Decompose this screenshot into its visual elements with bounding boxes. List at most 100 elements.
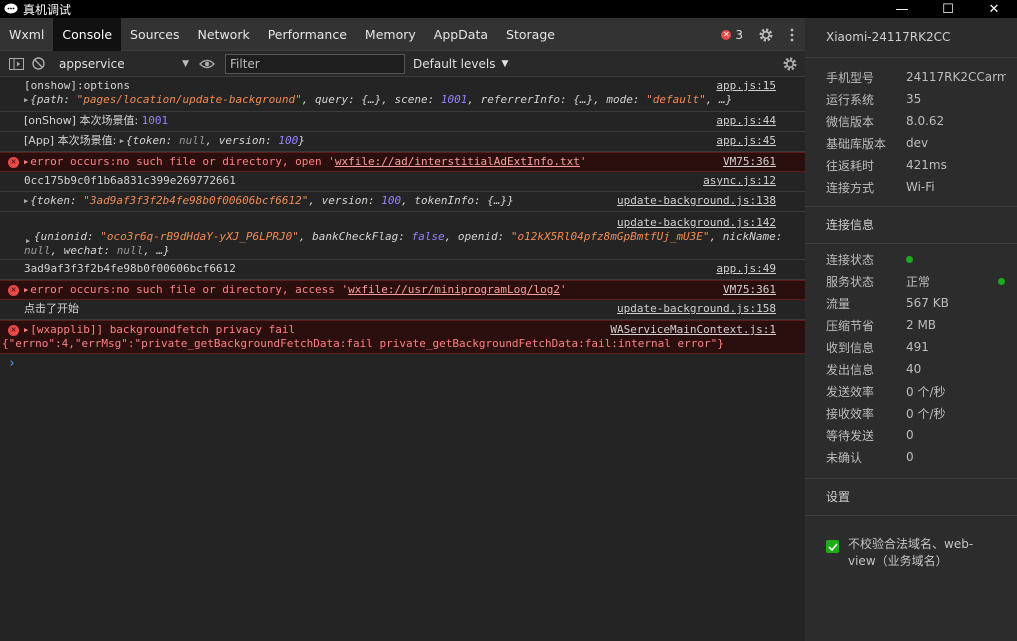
tab-console[interactable]: Console: [53, 17, 122, 51]
info-row: 发出信息 40: [805, 358, 1017, 380]
settings-gear-icon[interactable]: [753, 18, 779, 51]
error-file-link[interactable]: wxfile://usr/miniprogramLog/log2: [348, 283, 560, 296]
filter-input[interactable]: [225, 53, 405, 74]
source-link[interactable]: app.js:15: [716, 79, 776, 93]
info-row: 服务状态 正常: [805, 270, 1017, 292]
error-text: [wxapplib]] backgroundfetch privacy fail: [30, 323, 296, 336]
console-message[interactable]: ▶ {token: "3ad9af3f3f2b4fe98b0f00606bcf66…: [0, 192, 805, 212]
source-link[interactable]: VM75:361: [723, 155, 776, 169]
expand-triangle-icon[interactable]: ▶: [24, 93, 28, 107]
source-link[interactable]: app.js:44: [716, 114, 776, 128]
console-message[interactable]: [onshow]:options ▶ {path: "pages/location…: [0, 77, 805, 112]
info-value: dev: [906, 136, 929, 150]
minimize-button[interactable]: —: [879, 0, 925, 18]
connection-status-dot: [906, 252, 1006, 266]
source-link[interactable]: app.js:49: [716, 262, 776, 276]
info-row: 接收效率 0 个/秒: [805, 402, 1017, 424]
error-text: error occurs:no such file or directory, …: [30, 283, 349, 296]
obj-string: "pages/location/update-background": [76, 93, 302, 106]
source-link[interactable]: VM75:361: [723, 283, 776, 297]
obj-key: {token:: [30, 194, 84, 207]
source-link[interactable]: WAServiceMainContext.js:1: [610, 323, 776, 337]
maximize-button[interactable]: ☐: [925, 0, 971, 18]
source-link[interactable]: update-background.js:138: [617, 194, 776, 208]
console-message[interactable]: {unionid: "oco3r6q-rB9dHdaY-yXJ_P6LPRJ0"…: [0, 212, 805, 260]
device-info-panel: Xiaomi-24117RK2CC 手机型号 24117RK2CCarm… 运行系…: [805, 18, 1017, 641]
tab-memory[interactable]: Memory: [356, 18, 425, 51]
info-value: Wi-Fi: [906, 180, 935, 194]
more-vertical-icon[interactable]: [779, 18, 805, 51]
console-message[interactable]: [onShow] 本次场景值: 1001 app.js:44: [0, 112, 805, 132]
info-key: 等待发送: [826, 428, 875, 443]
console-toolbar: appservice ▼ Default levels ▼: [0, 51, 805, 77]
info-value: 0: [906, 450, 914, 464]
info-value: 0 个/秒: [906, 384, 946, 399]
expand-triangle-icon[interactable]: ▶: [24, 155, 28, 169]
settings-section-title: 设置: [826, 490, 851, 504]
source-link[interactable]: update-background.js:158: [617, 302, 776, 316]
info-value: 24117RK2CCarm…: [906, 70, 1006, 84]
tab-storage[interactable]: Storage: [497, 18, 564, 51]
obj-key: , bankCheckFlag:: [298, 230, 412, 243]
info-value: 421ms: [906, 158, 947, 172]
obj-key: , referrerInfo: {…}, mode:: [467, 93, 647, 106]
object-preview-wrap: null, wechat: null, …}: [24, 244, 777, 258]
error-file-link[interactable]: wxfile://ad/interstitialAdExtInfo.txt: [335, 155, 580, 168]
error-icon: ✕: [721, 29, 732, 40]
console-error-message[interactable]: ✕ ▶ [wxapplib]] backgroundfetch privacy f…: [0, 320, 805, 354]
console-message[interactable]: 0cc175b9c0f1b6a831c399e269772661 async.j…: [0, 172, 805, 192]
info-key: 微信版本: [826, 114, 875, 129]
console-error-message[interactable]: ✕ ▶ error occurs:no such file or director…: [0, 280, 805, 300]
error-icon: ✕: [8, 157, 19, 168]
context-select[interactable]: appservice ▼: [55, 54, 193, 74]
console-message[interactable]: 点击了开始 update-background.js:158: [0, 300, 805, 320]
obj-number: 100: [278, 134, 299, 147]
source-link[interactable]: app.js:45: [716, 134, 776, 148]
tab-performance[interactable]: Performance: [259, 18, 356, 51]
info-key: 发送效率: [826, 384, 875, 399]
info-value: 2 MB: [906, 318, 937, 332]
message-text: 3ad9af3f3f2b4fe98b0f00606bcf6612: [24, 262, 236, 275]
caret-down-icon: ▼: [501, 58, 509, 69]
console-prompt[interactable]: ›: [0, 354, 805, 374]
window-title: 真机调试: [23, 2, 72, 17]
source-link[interactable]: async.js:12: [703, 174, 776, 188]
message-text: 0cc175b9c0f1b6a831c399e269772661: [24, 174, 236, 187]
info-key: 服务状态: [826, 274, 875, 289]
info-key: 连接方式: [826, 180, 875, 195]
message-text: [onShow] 本次场景值:: [24, 114, 142, 127]
expand-triangle-icon[interactable]: ▶: [120, 134, 124, 148]
clear-console-icon[interactable]: [27, 51, 49, 77]
error-count-badge[interactable]: ✕ 3: [721, 28, 743, 42]
info-value: 40: [906, 362, 922, 376]
expand-triangle-icon[interactable]: ▶: [26, 234, 30, 248]
info-key: 未确认: [826, 450, 863, 465]
skip-domain-check-option[interactable]: 不校验合法域名、web-view（业务域名）: [805, 536, 1017, 570]
close-button[interactable]: ✕: [971, 0, 1017, 18]
info-key: 手机型号: [826, 70, 875, 85]
console-message[interactable]: 3ad9af3f3f2b4fe98b0f00606bcf6612 app.js:…: [0, 260, 805, 280]
info-key: 收到信息: [826, 340, 875, 355]
tab-network[interactable]: Network: [189, 18, 259, 51]
info-key: 接收效率: [826, 406, 875, 421]
tab-wxml[interactable]: Wxml: [0, 18, 53, 51]
source-link[interactable]: update-background.js:142: [617, 216, 776, 230]
sidebar-toggle-icon[interactable]: [5, 51, 27, 77]
expand-triangle-icon[interactable]: ▶: [24, 283, 28, 297]
obj-key: , nickName:: [709, 230, 783, 243]
obj-null: null: [116, 244, 144, 257]
checkbox-checked-icon[interactable]: [826, 540, 839, 553]
info-key: 运行系统: [826, 92, 875, 107]
eye-icon[interactable]: [193, 51, 221, 77]
expand-triangle-icon[interactable]: ▶: [24, 194, 28, 208]
console-message[interactable]: [App] 本次场景值: ▶ {token: null, version: 100…: [0, 132, 805, 152]
tab-sources[interactable]: Sources: [121, 18, 188, 51]
info-key: 基础库版本: [826, 136, 887, 151]
console-error-message[interactable]: ✕ ▶ error occurs:no such file or director…: [0, 152, 805, 172]
log-levels-select[interactable]: Default levels ▼: [413, 57, 508, 71]
expand-triangle-icon[interactable]: ▶: [24, 323, 28, 337]
console-settings-gear-icon[interactable]: [779, 51, 801, 77]
obj-key: , query: {…}, scene:: [301, 93, 441, 106]
tab-appdata[interactable]: AppData: [425, 18, 497, 51]
message-text: 点击了开始: [24, 302, 79, 315]
